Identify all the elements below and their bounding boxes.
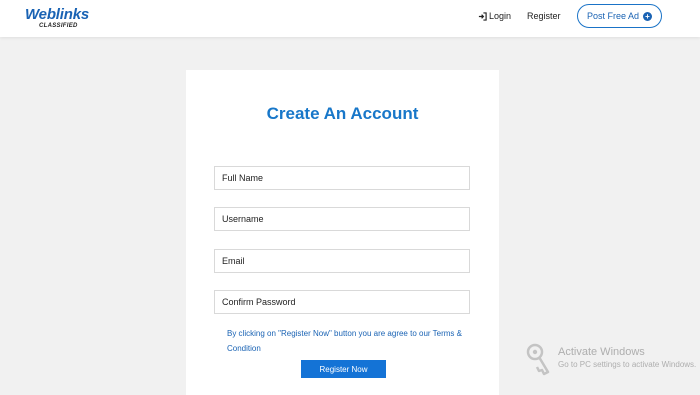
logo-sub-text: CLASSIFIED (39, 23, 78, 29)
watermark-subtitle: Go to PC settings to activate Windows. (558, 360, 697, 369)
login-link[interactable]: Login (478, 11, 511, 21)
sign-in-icon (478, 11, 487, 21)
full-name-field[interactable] (214, 166, 470, 190)
activate-windows-watermark: Activate Windows Go to PC settings to ac… (526, 343, 696, 377)
page-title: Create An Account (266, 104, 419, 123)
post-ad-label: Post Free Ad (586, 11, 640, 21)
email-field[interactable] (214, 249, 470, 273)
confirm-password-field[interactable] (214, 290, 470, 314)
register-link[interactable]: Register (527, 11, 561, 21)
post-free-ad-button[interactable]: Post Free Ad + (577, 4, 662, 28)
site-logo[interactable]: Weblinks CLASSIFIED (25, 7, 89, 29)
terms-text: By clicking on "Register Now" button you… (227, 329, 433, 338)
username-field[interactable] (214, 207, 470, 231)
watermark-title: Activate Windows (558, 346, 645, 358)
top-navbar: Weblinks CLASSIFIED Login Register Post … (0, 0, 700, 37)
terms-notice: By clicking on "Register Now" button you… (227, 326, 467, 356)
login-label: Login (489, 11, 512, 21)
plus-circle-icon: + (643, 11, 653, 21)
register-now-button[interactable]: Register Now (301, 360, 386, 378)
key-icon (526, 343, 550, 376)
logo-main-text: Weblinks (25, 6, 89, 23)
